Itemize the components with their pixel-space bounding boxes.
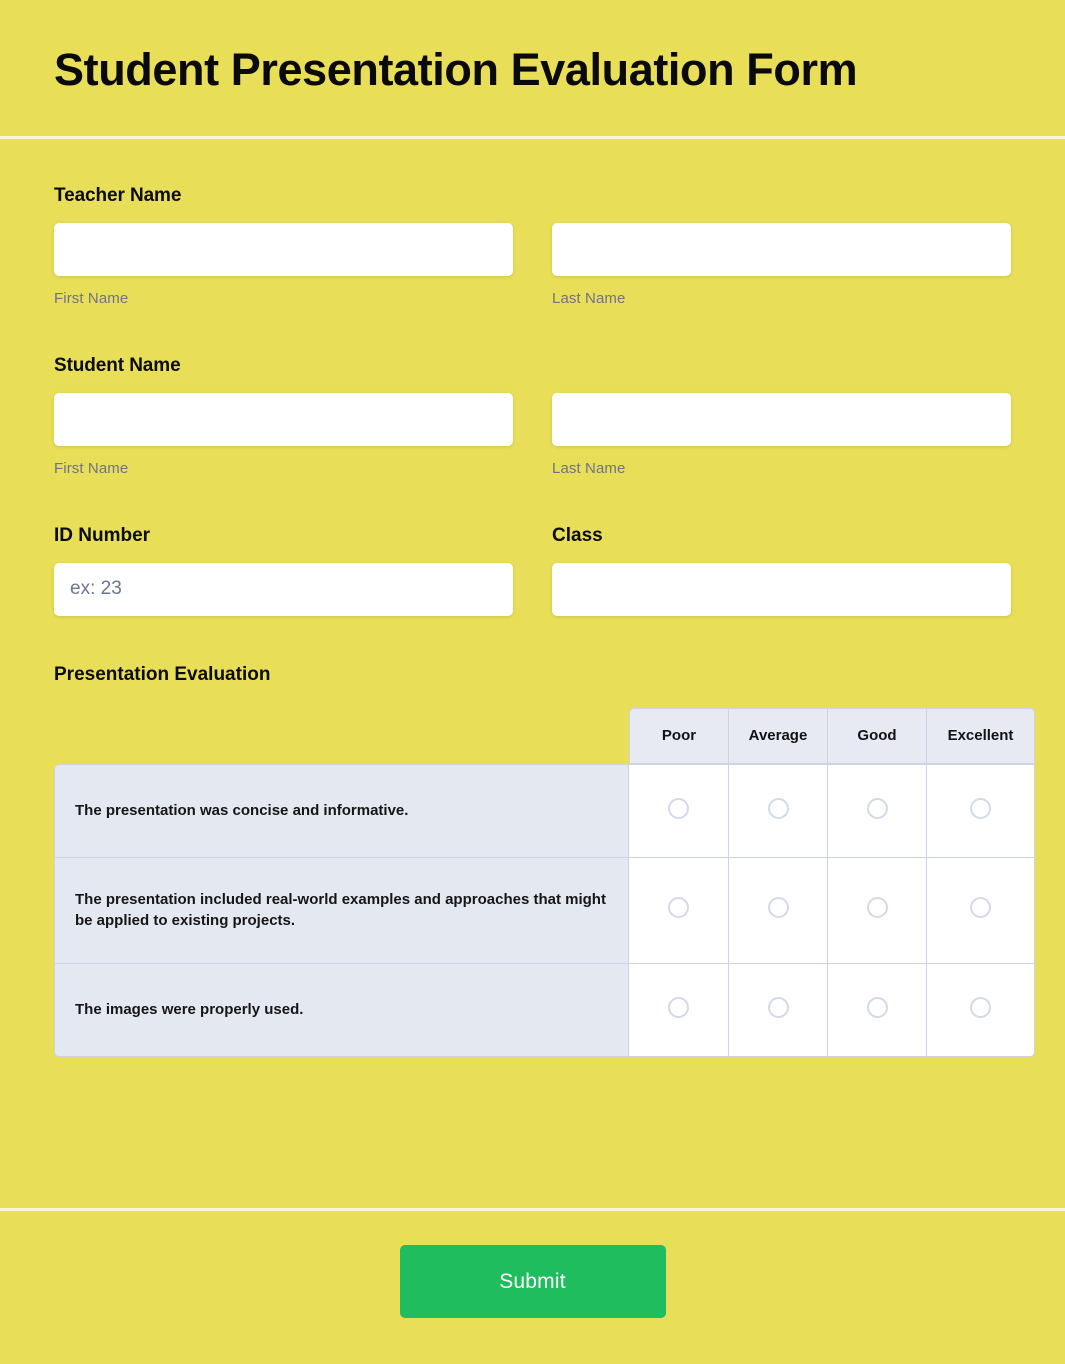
field-group-student-name: Student Name First Name Last Name <box>54 355 1011 477</box>
radio-row3-excellent[interactable] <box>970 996 991 1018</box>
radio-cell-row3-good[interactable] <box>828 962 927 1057</box>
radio-row1-good[interactable] <box>866 797 888 819</box>
student-last-name-input[interactable] <box>552 392 1011 446</box>
student-name-row: First Name Last Name <box>54 392 1011 477</box>
radio-cell-row2-good[interactable] <box>828 856 927 963</box>
student-name-label: Student Name <box>54 354 181 376</box>
column-header-excellent: Excellent <box>927 707 1035 764</box>
radio-cell-row1-average[interactable] <box>729 763 828 857</box>
class-input[interactable] <box>552 562 1011 616</box>
radio-row3-poor[interactable] <box>668 996 689 1018</box>
evaluation-form-page: Student Presentation Evaluation Form Tea… <box>0 0 1065 1364</box>
form-footer: Submit <box>0 1211 1065 1364</box>
column-header-good: Good <box>828 707 927 764</box>
radio-row2-good[interactable] <box>866 897 888 919</box>
id-number-col: ID Number <box>54 525 513 616</box>
radio-cell-row2-poor[interactable] <box>629 856 729 963</box>
field-group-id-class: ID Number Class <box>54 525 1011 616</box>
statement-cell-3: The images were properly used. <box>54 962 629 1057</box>
column-header-poor: Poor <box>629 707 729 764</box>
radio-row3-good[interactable] <box>866 996 888 1018</box>
id-class-row: ID Number Class <box>54 525 1011 616</box>
table-row: The presentation was concise and informa… <box>54 763 1035 857</box>
student-first-name-col: First Name <box>54 392 513 477</box>
teacher-first-name-input[interactable] <box>54 222 513 276</box>
radio-row2-excellent[interactable] <box>970 897 991 919</box>
radio-cell-row1-poor[interactable] <box>629 763 729 857</box>
id-number-input[interactable] <box>54 562 513 616</box>
teacher-last-name-input[interactable] <box>552 222 1011 276</box>
radio-row1-average[interactable] <box>767 797 789 819</box>
table-row: The images were properly used. <box>54 962 1035 1057</box>
teacher-last-name-sublabel: Last Name <box>552 289 626 307</box>
teacher-first-name-sublabel: First Name <box>54 289 129 307</box>
teacher-first-name-col: First Name <box>54 222 513 307</box>
matrix-corner-cell <box>54 708 629 764</box>
radio-row2-average[interactable] <box>767 897 789 919</box>
statement-cell-1: The presentation was concise and informa… <box>54 763 629 857</box>
page-title: Student Presentation Evaluation Form <box>54 44 858 95</box>
radio-cell-row3-average[interactable] <box>729 962 828 1057</box>
form-body: Teacher Name First Name Last Name Studen… <box>0 139 1065 1208</box>
teacher-name-row: First Name Last Name <box>54 222 1011 307</box>
evaluation-matrix-body: The presentation was concise and informa… <box>54 763 1035 1057</box>
table-row: The presentation included real-world exa… <box>54 856 1035 963</box>
class-col: Class <box>552 525 1011 616</box>
radio-cell-row2-excellent[interactable] <box>927 856 1035 963</box>
id-number-label: ID Number <box>54 524 151 546</box>
radio-row1-excellent[interactable] <box>970 797 991 819</box>
column-header-average: Average <box>729 707 828 764</box>
student-first-name-sublabel: First Name <box>54 459 129 477</box>
radio-cell-row3-poor[interactable] <box>629 962 729 1057</box>
radio-row2-poor[interactable] <box>668 897 689 919</box>
submit-button[interactable]: Submit <box>399 1245 666 1318</box>
student-last-name-col: Last Name <box>552 392 1011 477</box>
field-group-presentation-evaluation: Presentation Evaluation Poor Average Goo… <box>54 663 1035 1057</box>
radio-row3-average[interactable] <box>767 996 789 1018</box>
class-label: Class <box>552 524 603 546</box>
radio-cell-row3-excellent[interactable] <box>927 962 1035 1057</box>
presentation-evaluation-label: Presentation Evaluation <box>54 663 271 685</box>
evaluation-matrix: Poor Average Good Excellent The presenta… <box>54 707 1035 1057</box>
teacher-name-label: Teacher Name <box>54 184 182 206</box>
radio-cell-row1-good[interactable] <box>828 763 927 857</box>
field-group-teacher-name: Teacher Name First Name Last Name <box>54 185 1011 307</box>
radio-cell-row2-average[interactable] <box>729 856 828 963</box>
statement-cell-2: The presentation included real-world exa… <box>54 856 629 963</box>
radio-cell-row1-excellent[interactable] <box>927 763 1035 857</box>
student-first-name-input[interactable] <box>54 392 513 446</box>
evaluation-matrix-head: Poor Average Good Excellent <box>54 707 1035 764</box>
student-last-name-sublabel: Last Name <box>552 459 626 477</box>
radio-row1-poor[interactable] <box>668 797 689 819</box>
body-bottom-spacer <box>54 1105 1011 1139</box>
evaluation-matrix-header-row: Poor Average Good Excellent <box>54 707 1035 764</box>
form-header: Student Presentation Evaluation Form <box>0 0 1065 136</box>
teacher-last-name-col: Last Name <box>552 222 1011 307</box>
